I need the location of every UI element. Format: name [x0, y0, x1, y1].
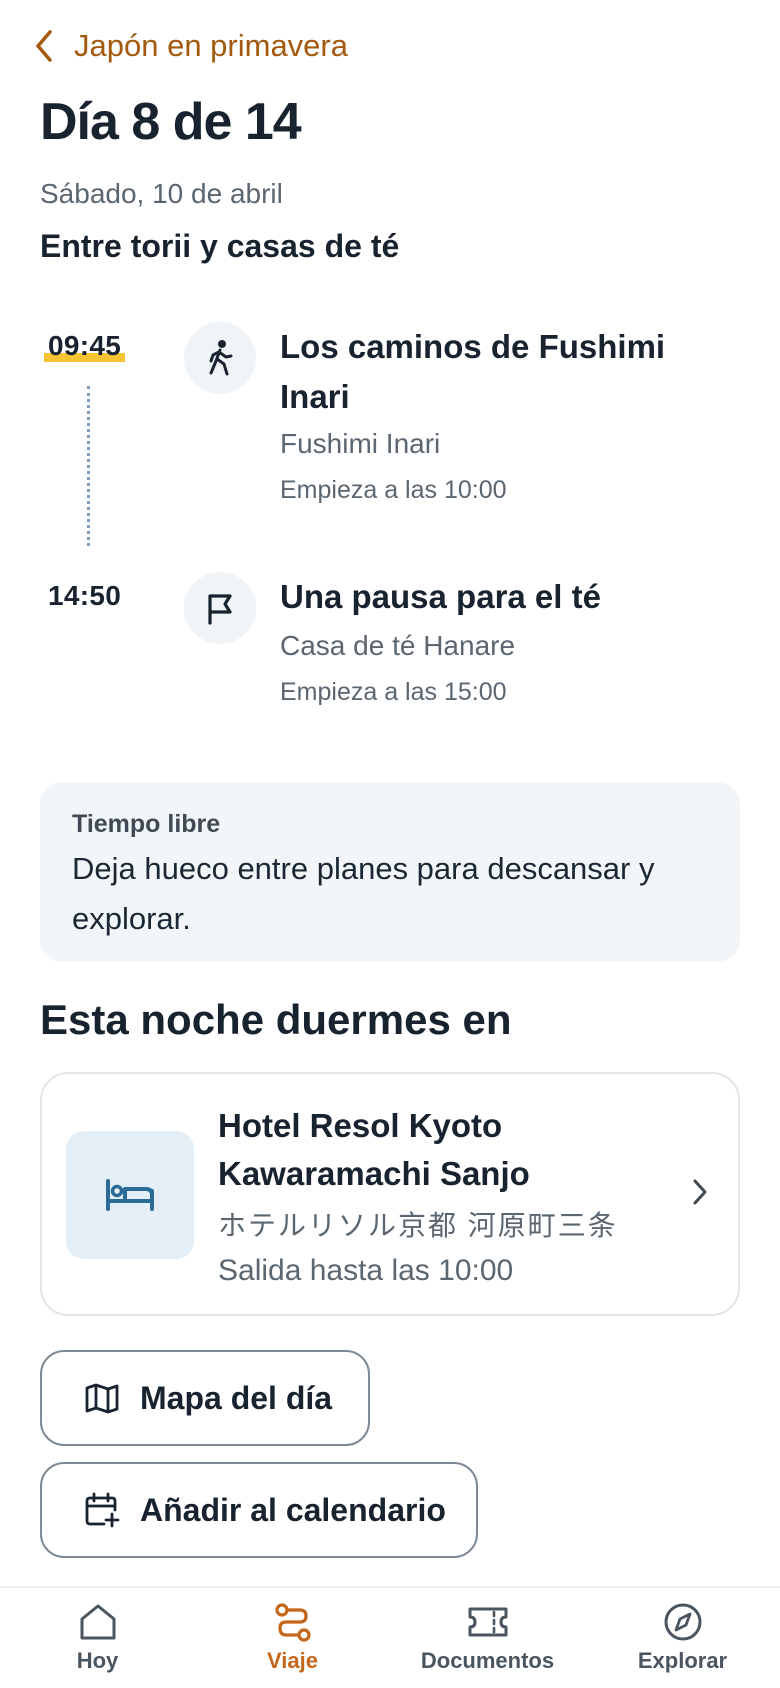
flag-icon: [208, 594, 232, 625]
hotel-card[interactable]: Hotel Resol Kyoto Kawaramachi Sanjo ホテルリ…: [40, 1072, 740, 1316]
nav-label: Explorar: [637, 1648, 728, 1673]
hotel-checkout: Salida hasta las 10:00: [218, 1254, 514, 1287]
activity-icon-circle: [184, 322, 256, 394]
day-date: Sábado, 10 de abril: [40, 178, 283, 209]
bottom-nav: Hoy Viaje Documentos Explorar: [0, 1586, 780, 1688]
ticket-icon: [468, 1607, 507, 1637]
activity-time: 09:45: [44, 330, 126, 362]
nav-item-explorar[interactable]: Explorar: [585, 1588, 780, 1688]
activity-start-time: Empieza a las 10:00: [280, 476, 507, 504]
chevron-right-icon: [693, 1179, 707, 1205]
add-to-calendar-button-label: Añadir al calendario: [140, 1491, 446, 1528]
section-title: Esta noche duermes en: [40, 996, 512, 1043]
activity-icon-circle: [184, 572, 256, 644]
walking-person-icon: [209, 340, 233, 376]
activity-time: 14:50: [48, 580, 122, 611]
back-link[interactable]: Japón en primavera: [34, 26, 348, 66]
nav-item-viaje[interactable]: Viaje: [195, 1588, 390, 1688]
day-map-button[interactable]: Mapa del día: [40, 1350, 370, 1446]
free-time-card: Tiempo libre Deja hueco entre planes par…: [40, 782, 740, 962]
add-to-calendar-button[interactable]: Añadir al calendario: [40, 1462, 478, 1558]
nav-item-hoy[interactable]: Hoy: [0, 1588, 195, 1688]
activity-start-time: Empieza a las 15:00: [280, 678, 507, 706]
day-theme: Entre torii y casas de té: [40, 228, 400, 264]
back-link-label: Japón en primavera: [74, 28, 348, 63]
hotel-icon-box: [66, 1131, 194, 1259]
timeline-connector: [87, 386, 90, 546]
activity-place: Casa de té Hanare: [280, 630, 516, 661]
activity-title[interactable]: Los caminos de Fushimi Inari: [280, 322, 700, 422]
hotel-name: Hotel Resol Kyoto Kawaramachi Sanjo: [218, 1107, 530, 1192]
home-icon: [80, 1604, 115, 1640]
bed-icon: [106, 1179, 154, 1211]
route-icon: [274, 1603, 311, 1642]
nav-label: Documentos: [420, 1648, 555, 1673]
nav-item-documentos[interactable]: Documentos: [390, 1588, 585, 1688]
nav-label: Viaje: [267, 1648, 318, 1673]
calendar-add-icon: [85, 1492, 120, 1528]
hotel-local-name: ホテルリソル京都 河原町三条: [218, 1210, 618, 1241]
activity-place: Fushimi Inari: [280, 428, 441, 459]
page-title: Día 8 de 14: [40, 93, 302, 151]
map-icon: [85, 1383, 119, 1414]
activity-title[interactable]: Una pausa para el té: [280, 572, 700, 622]
nav-label: Hoy: [76, 1648, 119, 1673]
compass-icon: [664, 1603, 701, 1641]
day-map-button-label: Mapa del día: [140, 1379, 333, 1416]
free-time-label: Tiempo libre: [72, 810, 221, 838]
free-time-text: Deja hueco entre planes para descansar y…: [72, 851, 655, 936]
chevron-left-icon: [36, 30, 52, 62]
